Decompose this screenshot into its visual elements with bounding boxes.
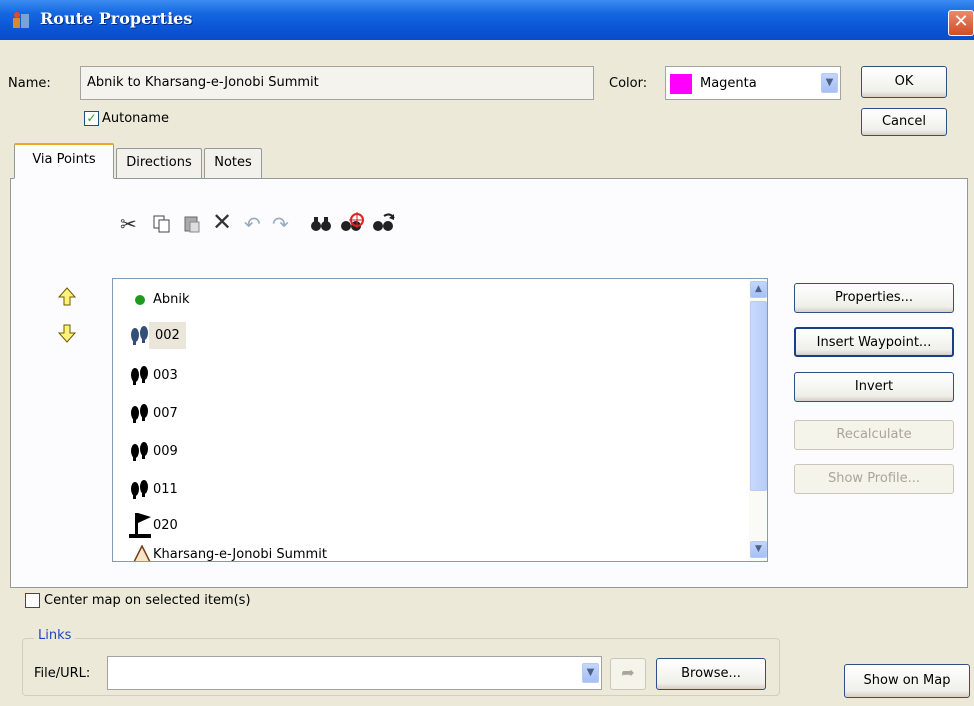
list-item-label: 009 [153, 444, 178, 459]
footprints-icon [131, 442, 148, 461]
file-url-field[interactable]: ▼ [107, 656, 602, 690]
find-icon[interactable] [310, 214, 332, 234]
find-next-icon[interactable] [372, 212, 396, 234]
close-button[interactable]: ✕ [948, 10, 974, 36]
cancel-button[interactable]: Cancel [861, 108, 947, 136]
delete-icon[interactable]: ✕ [212, 210, 232, 234]
recalculate-button[interactable]: Recalculate [794, 420, 954, 450]
copy-icon[interactable] [152, 214, 172, 234]
ok-button[interactable]: OK [861, 66, 947, 98]
footprints-icon [131, 366, 148, 385]
browse-button[interactable]: Browse... [656, 658, 766, 690]
chevron-down-icon[interactable]: ▼ [821, 73, 838, 93]
cut-icon[interactable]: ✂ [120, 214, 137, 234]
redo-icon[interactable]: ↷ [272, 214, 289, 234]
file-url-label: File/URL: [34, 666, 91, 681]
links-title: Links [34, 628, 76, 643]
show-profile-button[interactable]: Show Profile... [794, 464, 954, 494]
name-field[interactable]: Abnik to Kharsang-e-Jonobi Summit [80, 66, 594, 100]
list-item-label: 020 [153, 518, 178, 533]
footprints-icon [131, 326, 148, 345]
show-on-map-button[interactable]: Show on Map [844, 664, 970, 698]
undo-icon[interactable]: ↶ [244, 214, 261, 234]
name-label: Name: [8, 76, 51, 91]
footprints-icon [131, 480, 148, 499]
list-item-label: 002 [149, 322, 186, 349]
tab-directions[interactable]: Directions [116, 148, 202, 178]
chevron-down-icon[interactable]: ▼ [582, 663, 599, 683]
color-select[interactable]: Magenta ▼ [665, 66, 841, 100]
find-target-icon[interactable] [340, 212, 364, 234]
route-properties-dialog: Route Properties ✕ Name: Abnik to Kharsa… [0, 0, 974, 706]
tab-notes[interactable]: Notes [204, 148, 262, 178]
list-item-label: 003 [153, 368, 178, 383]
list-item-label: 011 [153, 482, 178, 497]
window-title: Route Properties [40, 9, 193, 28]
open-link-icon[interactable]: ➦ [610, 658, 646, 690]
footprints-icon [131, 404, 148, 423]
autoname-checkbox[interactable]: ✓ [84, 111, 99, 126]
title-bar[interactable]: Route Properties ✕ [0, 0, 974, 40]
properties-button[interactable]: Properties... [794, 283, 954, 313]
list-item-label: Kharsang-e-Jonobi Summit [153, 547, 327, 562]
invert-button[interactable]: Invert [794, 372, 954, 402]
color-swatch [670, 74, 692, 94]
center-map-checkbox[interactable] [25, 593, 40, 608]
flag-icon [129, 513, 151, 538]
scroll-up-icon[interactable]: ▲ [750, 281, 767, 298]
color-value: Magenta [700, 76, 757, 91]
color-label: Color: [609, 76, 648, 91]
paste-icon[interactable] [182, 214, 202, 234]
scroll-thumb[interactable] [750, 301, 767, 491]
list-scrollbar[interactable]: ▲ ▼ [749, 279, 767, 561]
move-down-icon[interactable] [58, 323, 76, 343]
summit-icon [133, 545, 151, 561]
green-dot-icon [135, 295, 145, 305]
via-points-list[interactable]: Abnik 002 003 007 009 011 020 Kharsang-e… [112, 278, 768, 562]
tab-via-points[interactable]: Via Points [14, 143, 114, 179]
scroll-down-icon[interactable]: ▼ [750, 541, 767, 558]
center-map-label: Center map on selected item(s) [44, 593, 251, 608]
insert-waypoint-button[interactable]: Insert Waypoint... [794, 327, 954, 357]
list-item-label: Abnik [153, 292, 190, 307]
list-item-label: 007 [153, 406, 178, 421]
move-up-icon[interactable] [58, 287, 76, 307]
autoname-label: Autoname [102, 111, 170, 126]
route-app-icon [13, 12, 29, 28]
